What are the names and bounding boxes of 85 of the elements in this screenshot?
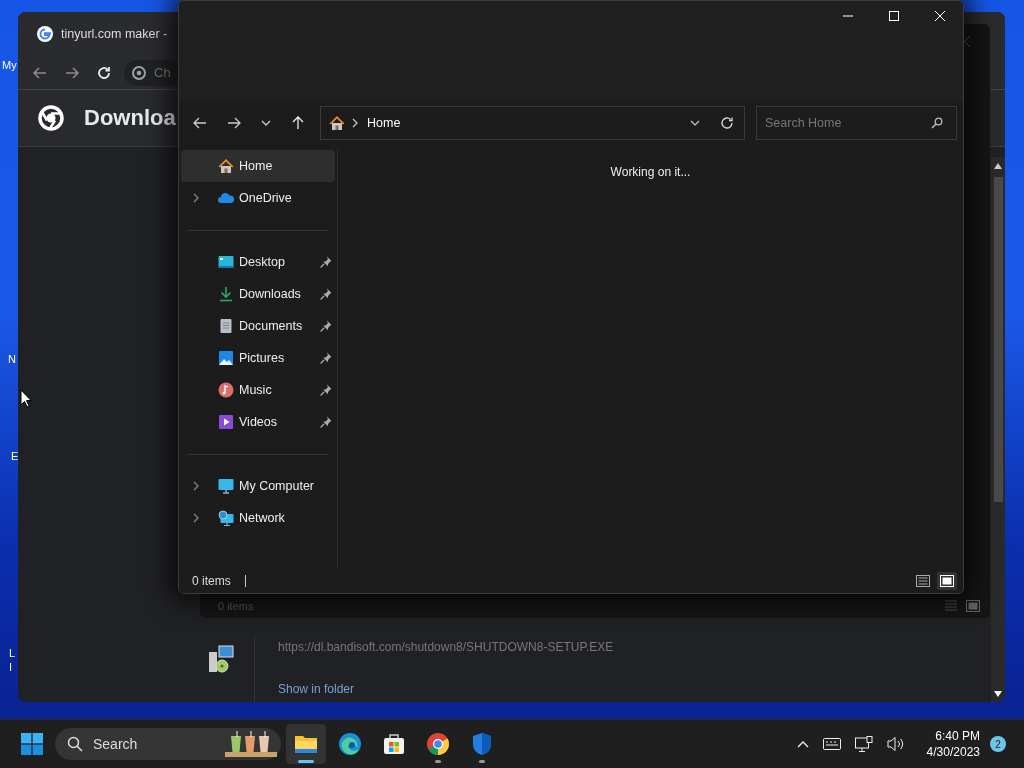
show-in-folder-link[interactable]: Show in folder xyxy=(278,682,614,696)
details-view-button[interactable] xyxy=(913,572,933,590)
up-arrow-icon xyxy=(290,115,306,131)
back-arrow-icon xyxy=(192,115,208,131)
scrollbar[interactable] xyxy=(991,157,1005,702)
shield-icon xyxy=(471,732,493,756)
home-icon xyxy=(218,158,234,174)
chrome-logo-icon xyxy=(132,65,146,80)
google-logo-icon xyxy=(37,26,53,42)
sidebar-item[interactable]: Home xyxy=(181,150,335,182)
chrome-logo-icon xyxy=(426,732,450,756)
sidebar-item[interactable]: Music xyxy=(181,374,335,406)
installer-icon xyxy=(207,644,237,674)
download-url[interactable]: https://dl.bandisoft.com/shutdown8/SHUTDOWN8-SETUP.EXE xyxy=(278,640,614,654)
pin-icon[interactable] xyxy=(320,320,332,332)
forward-arrow-icon xyxy=(226,115,242,131)
network-monitor-icon[interactable] xyxy=(854,736,873,752)
network-icon xyxy=(218,510,234,526)
store-bag-icon xyxy=(382,732,406,756)
refresh-icon[interactable] xyxy=(720,116,734,130)
cloud-icon xyxy=(218,190,234,206)
desktop-icon-label[interactable]: I xyxy=(9,661,13,674)
chevron-up-icon[interactable] xyxy=(796,740,809,748)
pin-icon[interactable] xyxy=(320,384,332,396)
scroll-down-arrow-icon[interactable] xyxy=(994,691,1002,697)
tiles-view-icon xyxy=(940,575,954,587)
address-bar[interactable]: Home xyxy=(320,106,745,140)
details-view-icon xyxy=(916,575,930,587)
loading-message: Working on it... xyxy=(610,165,691,179)
drinks-icon xyxy=(225,730,277,758)
chevron-icon xyxy=(351,118,359,128)
close-icon xyxy=(934,10,946,22)
notification-badge[interactable]: 2 xyxy=(990,736,1006,752)
search-icon xyxy=(931,117,943,129)
sidebar-item[interactable]: Pictures xyxy=(181,342,335,374)
desktop-icon-label[interactable]: L xyxy=(9,647,16,660)
clock[interactable]: 6:40 PM 4/30/2023 xyxy=(926,728,980,760)
chrome-logo-icon xyxy=(38,105,64,131)
status-text: 0 items xyxy=(192,574,231,588)
tab-title[interactable]: tinyurl.com maker - xyxy=(61,27,168,41)
pointer-cursor-icon xyxy=(20,389,32,408)
scroll-up-arrow-icon[interactable] xyxy=(994,163,1002,169)
windows-logo-icon xyxy=(21,733,43,755)
document-icon xyxy=(218,318,234,334)
desktop-icon-label[interactable]: N xyxy=(8,353,16,366)
desktop-icon xyxy=(218,254,234,270)
sidebar-item[interactable]: Videos xyxy=(181,406,335,438)
edge-logo-icon xyxy=(338,732,362,756)
back-icon[interactable] xyxy=(32,64,48,81)
desktop-icon-label[interactable]: E xyxy=(11,450,19,463)
monitor-icon xyxy=(218,478,234,494)
video-icon xyxy=(218,414,234,430)
music-icon xyxy=(218,382,234,398)
sidebar-item[interactable]: OneDrive xyxy=(181,182,335,214)
expand-chevron-icon[interactable] xyxy=(192,193,200,203)
expand-chevron-icon[interactable] xyxy=(192,513,200,523)
tiles-view-icon[interactable] xyxy=(966,600,980,612)
volume-icon[interactable] xyxy=(886,736,905,752)
sidebar-item[interactable]: Documents xyxy=(181,310,335,342)
forward-icon[interactable] xyxy=(64,64,80,81)
tiles-view-button[interactable] xyxy=(937,572,957,590)
sidebar-item[interactable]: Network xyxy=(181,502,335,534)
pin-icon[interactable] xyxy=(320,256,332,268)
page-title: Downloa xyxy=(84,105,176,131)
desktop-icon-label[interactable]: My xyxy=(2,59,17,72)
search-icon xyxy=(67,736,83,752)
reload-icon[interactable] xyxy=(96,64,112,81)
download-icon xyxy=(218,286,234,302)
dropdown-icon[interactable] xyxy=(690,118,700,128)
sidebar-item[interactable]: Desktop xyxy=(181,246,335,278)
explorer-taskbar-button[interactable] xyxy=(286,724,326,764)
maximize-icon xyxy=(888,10,900,22)
pin-icon[interactable] xyxy=(320,416,332,428)
pin-icon[interactable] xyxy=(320,288,332,300)
caret-icon xyxy=(261,118,271,128)
expand-chevron-icon[interactable] xyxy=(192,481,200,491)
pin-icon[interactable] xyxy=(320,352,332,364)
sidebar-item[interactable]: My Computer xyxy=(181,470,335,502)
folder-icon xyxy=(294,733,318,755)
taskbar-search-box[interactable]: Search xyxy=(55,728,281,760)
picture-icon xyxy=(218,350,234,366)
search-field[interactable]: Search Home xyxy=(756,106,957,140)
sidebar-item[interactable]: Downloads xyxy=(181,278,335,310)
home-icon xyxy=(329,115,345,131)
keyboard-icon[interactable] xyxy=(822,738,841,750)
